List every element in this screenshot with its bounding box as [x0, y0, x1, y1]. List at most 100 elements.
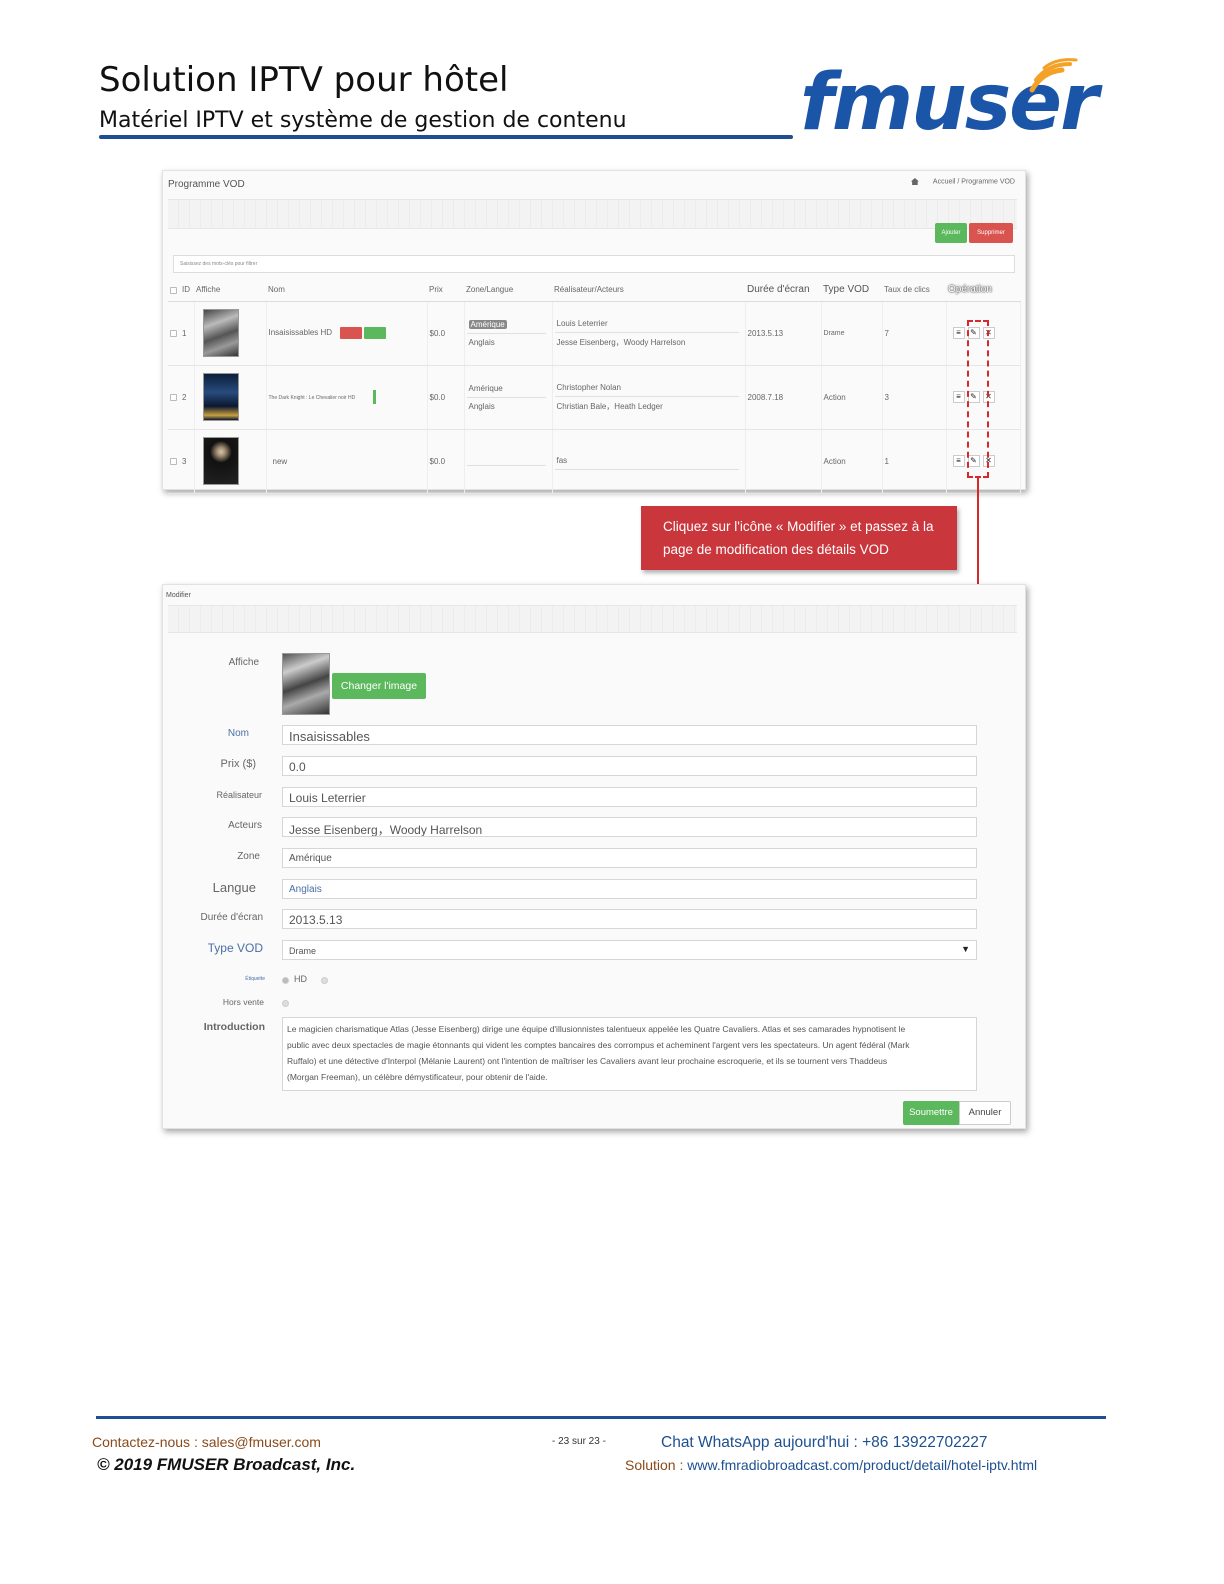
row-type: Action [821, 429, 883, 494]
vod-table: ID Affiche Nom Prix Zone/Langue Réalisat… [168, 279, 1021, 494]
poster-thumbnail [202, 437, 239, 485]
column-header-price: Prix [427, 279, 464, 302]
hd-checkbox[interactable] [282, 977, 289, 984]
filter-input[interactable]: Saisissez des mots-clés pour filtrer [173, 255, 1015, 273]
column-header-zone-language: Zone/Langue [464, 279, 552, 302]
price-field[interactable]: 0.0 [282, 756, 977, 776]
row-price: $0.0 [427, 301, 465, 366]
home-icon[interactable] [910, 178, 919, 185]
submit-button[interactable]: Soumettre [903, 1101, 959, 1125]
row-name: The Dark Knight : Le Chevalier noir HD [268, 395, 356, 402]
director-field[interactable]: Louis Leterrier [282, 787, 977, 807]
row-duration [745, 429, 822, 494]
vod-list-screenshot: Programme VOD Accueil / Programme VOD Aj… [162, 170, 1026, 494]
table-header-row: ID Affiche Nom Prix Zone/Langue Réalisat… [168, 279, 1020, 302]
actors-field[interactable]: Jesse Eisenberg，Woody Harrelson [282, 817, 977, 837]
row-id: 1 [182, 328, 187, 338]
type-select[interactable]: Drame ▼ [282, 940, 977, 960]
second-tag-checkbox[interactable] [321, 977, 328, 984]
row-checkbox[interactable] [170, 393, 177, 401]
row-language: Anglais [468, 337, 495, 347]
zone-label: Zone [237, 851, 260, 862]
column-header-name: Nom [266, 279, 427, 302]
hd-tag-label: HD [294, 974, 307, 984]
row-id: 2 [182, 392, 187, 402]
column-header-type: Type VOD [821, 279, 882, 302]
solution-label: Solution : [625, 1457, 688, 1473]
row-checkbox[interactable] [170, 457, 177, 465]
fmuser-logo: fmuser [800, 58, 1100, 148]
footer-divider [96, 1416, 1106, 1419]
row-id: 3 [182, 456, 187, 466]
row-actors: Christian Bale，Heath Ledger [556, 401, 663, 411]
row-zone: Amérique [468, 319, 507, 329]
column-header-director-actors: Réalisateur/Acteurs [552, 279, 745, 302]
type-select-value: Drame [289, 946, 317, 956]
row-clicks: 7 [882, 301, 947, 366]
instruction-callout: Cliquez sur l'icône « Modifier » et pass… [641, 506, 957, 570]
row-duration: 2013.5.13 [745, 301, 822, 366]
row-price: $0.0 [427, 429, 465, 494]
table-row: 1 Insaisissables HD $0.0 Amérique Anglais… [168, 301, 1021, 366]
status-badge [373, 390, 377, 404]
row-clicks: 1 [882, 429, 947, 494]
cancel-button[interactable]: Annuler [959, 1101, 1011, 1125]
details-list-icon[interactable]: ≡ [952, 391, 965, 403]
row-clicks: 3 [882, 365, 947, 430]
form-header-strip [168, 605, 1017, 633]
row-type: Drame [821, 301, 883, 366]
page-number: - 23 sur 23 - [552, 1436, 606, 1447]
row-name: Insaisissables HD [268, 328, 333, 338]
poster-thumbnail [202, 309, 239, 357]
status-badge [364, 327, 387, 339]
introduction-label: Introduction [203, 1021, 265, 1033]
language-field[interactable]: Anglais [282, 879, 977, 899]
edit-form-title: Modifier [166, 592, 191, 599]
document-subtitle: Matériel IPTV et système de gestion de c… [99, 108, 627, 133]
not-for-sale-checkbox[interactable] [282, 1000, 289, 1007]
zone-field[interactable]: Amérique [282, 848, 977, 868]
row-zone: Amérique [466, 380, 546, 398]
introduction-textarea[interactable]: Le magicien charismatique Atlas (Jesse E… [282, 1017, 977, 1091]
poster-label: Affiche [228, 657, 259, 668]
price-label: Prix ($) [220, 758, 256, 770]
poster-thumbnail [202, 373, 239, 421]
director-label: Réalisateur [216, 790, 262, 800]
duration-field[interactable]: 2013.5.13 [282, 909, 977, 929]
name-label: Nom [227, 728, 249, 739]
footer-chat: Chat WhatsApp aujourd'hui : +86 13922702… [661, 1434, 988, 1451]
add-button[interactable]: Ajouter [935, 223, 967, 243]
delete-button[interactable]: Supprimer [969, 223, 1013, 243]
breadcrumb-text[interactable]: Accueil / Programme VOD [933, 178, 1015, 185]
row-zone [466, 457, 546, 466]
row-name: new [272, 456, 288, 466]
change-image-button[interactable]: Changer l'image [332, 673, 426, 699]
type-label: Type VOD [207, 941, 263, 955]
row-checkbox[interactable] [170, 329, 177, 337]
row-actors: Jesse Eisenberg，Woody Harrelson [556, 337, 686, 347]
table-row: 3 new $0.0 fas Action 1 ≡ ✎ ✕ [168, 429, 1021, 494]
actors-label: Acteurs [228, 820, 262, 831]
table-row: 2 The Dark Knight : Le Chevalier noir HD… [168, 365, 1021, 430]
name-field[interactable]: Insaisissables [282, 725, 977, 745]
footer-copyright: © 2019 FMUSER Broadcast, Inc. [97, 1455, 356, 1474]
footer-solution: Solution : www.fmradiobroadcast.com/prod… [625, 1457, 1037, 1473]
row-language: Anglais [468, 401, 495, 411]
breadcrumb: Accueil / Programme VOD [910, 178, 1015, 185]
details-list-icon[interactable]: ≡ [952, 327, 965, 339]
footer-contact: Contactez-nous : sales@fmuser.com [92, 1434, 321, 1450]
document-title: Solution IPTV pour hôtel [99, 60, 509, 100]
tag-label: Étiquette [245, 976, 265, 982]
poster-preview [282, 653, 330, 715]
header-divider [99, 135, 793, 139]
solution-link[interactable]: www.fmradiobroadcast.com/product/detail/… [687, 1457, 1037, 1473]
status-badge [340, 327, 363, 339]
edit-icon-highlight [967, 320, 989, 478]
select-all-checkbox[interactable] [170, 286, 177, 294]
details-list-icon[interactable]: ≡ [952, 455, 965, 467]
toolbar-strip [168, 199, 1017, 229]
not-for-sale-label: Hors vente [222, 997, 264, 1007]
column-header-duration: Durée d'écran [745, 279, 821, 302]
row-duration: 2008.7.18 [745, 365, 822, 430]
edit-form-screenshot: Modifier Affiche Changer l'image Nom Ins… [162, 584, 1026, 1129]
